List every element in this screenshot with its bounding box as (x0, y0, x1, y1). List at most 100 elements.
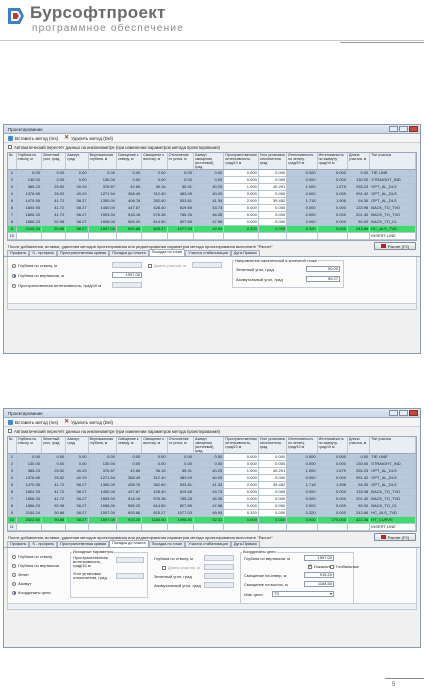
table-cell[interactable] (223, 523, 259, 531)
table-cell[interactable]: 0.00 (41, 169, 67, 177)
table-row[interactable]: 7 1806.33 41.72 58.27 1593.94 518.16 576.38 785… (8, 211, 416, 219)
table-cell[interactable]: 58.27 (65, 197, 89, 205)
tab-profile[interactable]: Профиль (7, 250, 30, 256)
table-cell[interactable]: 25.52 (41, 467, 67, 475)
table-row[interactable]: 9 2100.24 90.88 58.27 1597.00 693.86 825.27 107… (8, 509, 416, 517)
table-cell[interactable]: 25.52 (41, 190, 67, 198)
table-cell[interactable]: 0.00 (88, 169, 117, 177)
radio-dls-button[interactable] (12, 283, 16, 288)
table-cell[interactable]: 0.00 (167, 169, 194, 177)
table-cell[interactable]: 58.27 (65, 509, 89, 517)
table-cell[interactable]: 0.000 (258, 495, 288, 503)
table-cell[interactable]: 0.000 (286, 204, 318, 212)
table-cell[interactable]: 40.29 (193, 474, 225, 482)
table-cell[interactable]: 614.50 (141, 218, 168, 226)
table-cell[interactable]: 533.81 (167, 481, 194, 489)
mid-md-field[interactable] (204, 555, 234, 561)
table-cell[interactable]: 1496.80 (167, 516, 194, 524)
table-cell[interactable]: 0.00 (88, 453, 117, 461)
table-cell[interactable]: 40.29 (65, 467, 89, 475)
table-cell[interactable]: 1604.93 (16, 204, 42, 212)
table-cell[interactable]: 0.000 (317, 474, 348, 482)
tab-landing-to-formation[interactable]: Посадка до пласта (109, 250, 149, 256)
init-toolface-field[interactable] (116, 573, 144, 579)
table-cell[interactable]: 827.85 (167, 502, 194, 510)
table-cell[interactable]: 428.40 (141, 488, 168, 496)
table-cell[interactable]: 0.00 (116, 453, 143, 461)
table-cell[interactable]: 130.00 (88, 460, 117, 468)
row-number-cell[interactable]: 3 (8, 467, 17, 475)
radio-dls[interactable]: Пространственная интенсивность, град/10 … (12, 283, 101, 288)
table-cell[interactable]: 376.87 (88, 467, 117, 475)
table-cell[interactable]: 0.000 (286, 460, 318, 468)
table-cell[interactable]: 0.00 (167, 176, 194, 184)
table-cell[interactable]: 2.000 (223, 197, 259, 205)
table-cell[interactable]: 40.29 (65, 183, 89, 191)
table-cell[interactable]: 0.000 (286, 190, 318, 198)
tab-stabilization-section[interactable]: Участок стабилизации (185, 541, 231, 547)
table-cell[interactable]: 352.60 (141, 481, 168, 489)
table-cell[interactable]: 0.000 (223, 169, 259, 177)
table-cell[interactable]: 2.000 (286, 502, 318, 510)
table-cell[interactable]: 1597.00 (88, 509, 117, 517)
table-cell[interactable]: 130.00 (88, 176, 117, 184)
table-cell[interactable]: 1856.23 (16, 502, 42, 510)
table-cell[interactable]: INSERT LINE (369, 523, 416, 531)
table-cell[interactable] (258, 523, 288, 531)
table-cell[interactable] (141, 523, 168, 531)
tab-stabilization-section[interactable]: Участок стабилизации (185, 250, 231, 256)
table-cell[interactable]: 0.000 (223, 204, 259, 212)
table-cell[interactable]: 1597.00 (88, 225, 117, 233)
table-cell[interactable] (193, 523, 225, 531)
maximize-button[interactable] (399, 126, 408, 132)
table-cell[interactable]: 58.27 (65, 218, 89, 226)
table-cell[interactable] (286, 232, 318, 240)
table-cell[interactable]: BACK_TO_TVD (369, 204, 416, 212)
table-cell[interactable]: 0.000 (286, 211, 318, 219)
table-cell[interactable]: OPT_AL_DLS (369, 197, 416, 205)
table-cell[interactable] (286, 523, 318, 531)
table-cell[interactable] (116, 232, 143, 240)
table-cell[interactable]: BACK_TO_TVD (369, 488, 416, 496)
table-cell[interactable]: 0.000 (258, 225, 288, 233)
table-cell[interactable]: 0.000 (286, 453, 318, 461)
table-cell[interactable]: 25.52 (41, 474, 67, 482)
table-cell[interactable]: 385.23 (16, 183, 42, 191)
table-row[interactable]: 4 1376.65 25.52 40.29 1271.54 368.49 312.40 483… (8, 474, 416, 482)
table-cell[interactable]: 0.000 (223, 453, 259, 461)
table-cell[interactable]: 518.16 (116, 495, 143, 503)
table-cell[interactable]: 2522.60 (16, 516, 42, 524)
row-number-cell[interactable]: 8 (8, 218, 17, 226)
row-number-cell[interactable]: 2 (8, 176, 17, 184)
maximize-button[interactable] (399, 410, 408, 416)
table-cell[interactable]: OPT_AL_DLS (369, 467, 416, 475)
table-cell[interactable]: TIE LINE (369, 453, 416, 461)
table-cell[interactable]: 1593.94 (88, 495, 117, 503)
radio-target-coords[interactable]: Координаты цели (12, 590, 51, 595)
table-cell[interactable]: 1.000 (223, 183, 259, 191)
table-cell[interactable]: 0.00 (167, 460, 194, 468)
mid-length-checkbox[interactable] (162, 565, 166, 570)
table-cell[interactable]: 619.65 (167, 204, 194, 212)
table-cell[interactable]: 0.000 (223, 176, 259, 184)
radio-zenith[interactable]: Зенит (12, 572, 29, 577)
radio-depth-tvd[interactable]: Глубина по вертикали (12, 563, 59, 568)
table-cell[interactable]: OPT_AL_DLS (369, 481, 416, 489)
table-cell[interactable]: 0.000 (317, 211, 348, 219)
table-row[interactable]: 1 0.00 0.00 0.00 0.00 0.00 0.00 0.00 0.00 0.000 0.… (8, 169, 416, 177)
table-cell[interactable]: 40.291 (258, 183, 288, 191)
table-cell[interactable]: 36.16 (141, 183, 168, 191)
table-cell[interactable]: 0.000 (317, 488, 348, 496)
table-cell[interactable]: 0.000 (258, 516, 288, 524)
table-cell[interactable]: 1806.33 (16, 495, 42, 503)
table-cell[interactable]: 0.00 (141, 453, 168, 461)
table-cell[interactable]: 312.40 (141, 474, 168, 482)
radio-zenith-button[interactable] (12, 572, 16, 577)
tab-landing-to-formation[interactable]: Посадка до пласта (109, 540, 149, 547)
tab-s-profile[interactable]: S - профиль (29, 541, 58, 547)
table-cell[interactable]: 25.52 (41, 183, 67, 191)
row-number-cell[interactable]: 10 (8, 232, 17, 240)
global-coords-option[interactable]: Глобальные (330, 564, 359, 569)
table-cell[interactable]: 1.906 (317, 481, 348, 489)
radio-depth-md-button[interactable] (12, 554, 16, 559)
